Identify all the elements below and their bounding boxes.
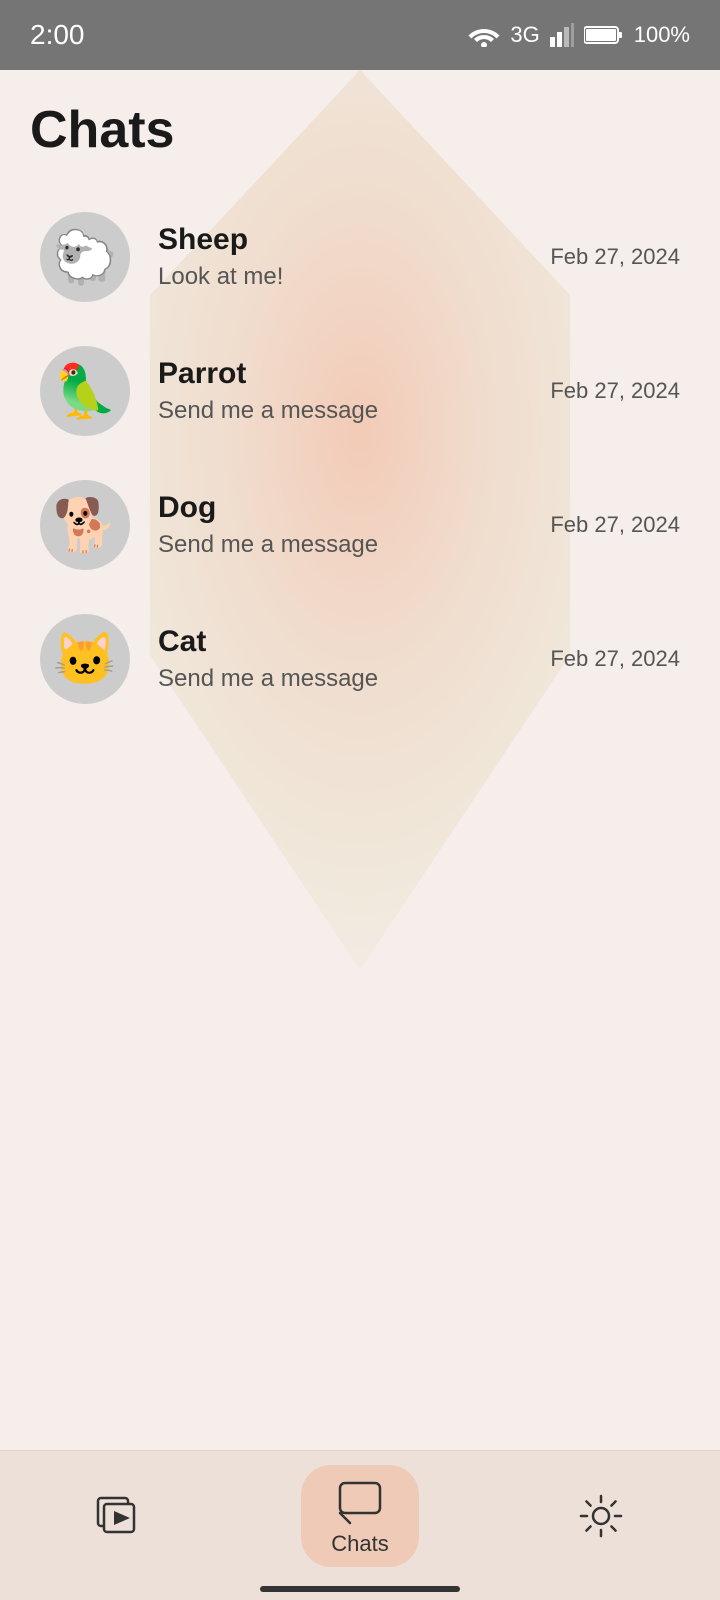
chat-name-dog: Dog <box>158 491 530 525</box>
chat-item-cat[interactable]: 🐱 Cat Send me a message Feb 27, 2024 <box>30 592 690 726</box>
chat-item-parrot[interactable]: 🦜 Parrot Send me a message Feb 27, 2024 <box>30 324 690 458</box>
chat-preview-sheep: Look at me! <box>158 263 530 291</box>
wifi-icon <box>468 23 500 47</box>
avatar-emoji-cat: 🐱 <box>40 614 130 704</box>
nav-chats-label: Chats <box>331 1531 388 1557</box>
avatar-sheep: 🐑 <box>40 212 130 302</box>
chat-list: 🐑 Sheep Look at me! Feb 27, 2024 🦜 Parro… <box>30 190 690 726</box>
signal-icon <box>550 23 574 47</box>
chat-item-dog[interactable]: 🐕 Dog Send me a message Feb 27, 2024 <box>30 458 690 592</box>
home-indicator <box>260 1586 460 1592</box>
chat-name-sheep: Sheep <box>158 223 530 257</box>
media-icon <box>94 1491 144 1541</box>
avatar-cat: 🐱 <box>40 614 130 704</box>
chat-date-sheep: Feb 27, 2024 <box>550 244 680 270</box>
chat-date-parrot: Feb 27, 2024 <box>550 378 680 404</box>
page-title: Chats <box>30 100 690 160</box>
avatar-parrot: 🦜 <box>40 346 130 436</box>
chat-info-parrot: Parrot Send me a message <box>158 357 530 425</box>
chat-name-cat: Cat <box>158 625 530 659</box>
chat-preview-parrot: Send me a message <box>158 397 530 425</box>
nav-item-chats[interactable]: Chats <box>301 1465 418 1567</box>
avatar-dog: 🐕 <box>40 480 130 570</box>
avatar-emoji-parrot: 🦜 <box>40 346 130 436</box>
bottom-nav: Chats <box>0 1450 720 1600</box>
main-content: Chats 🐑 Sheep Look at me! Feb 27, 2024 🦜… <box>0 70 720 726</box>
battery-icon <box>584 24 624 46</box>
chat-icon <box>335 1475 385 1525</box>
chat-date-dog: Feb 27, 2024 <box>550 512 680 538</box>
chat-name-parrot: Parrot <box>158 357 530 391</box>
network-label: 3G <box>510 22 539 48</box>
chat-date-cat: Feb 27, 2024 <box>550 646 680 672</box>
nav-item-media[interactable] <box>64 1481 174 1551</box>
battery-label: 100% <box>634 22 690 48</box>
avatar-emoji-dog: 🐕 <box>40 480 130 570</box>
avatar-emoji-sheep: 🐑 <box>40 212 130 302</box>
settings-icon <box>576 1491 626 1541</box>
chat-info-dog: Dog Send me a message <box>158 491 530 559</box>
chat-item-sheep[interactable]: 🐑 Sheep Look at me! Feb 27, 2024 <box>30 190 690 324</box>
status-icons: 3G 100% <box>468 22 690 48</box>
chat-preview-dog: Send me a message <box>158 531 530 559</box>
chat-info-sheep: Sheep Look at me! <box>158 223 530 291</box>
nav-item-settings[interactable] <box>546 1481 656 1551</box>
status-bar: 2:00 3G 100% <box>0 0 720 70</box>
chat-info-cat: Cat Send me a message <box>158 625 530 693</box>
status-time: 2:00 <box>30 19 85 51</box>
chat-preview-cat: Send me a message <box>158 665 530 693</box>
